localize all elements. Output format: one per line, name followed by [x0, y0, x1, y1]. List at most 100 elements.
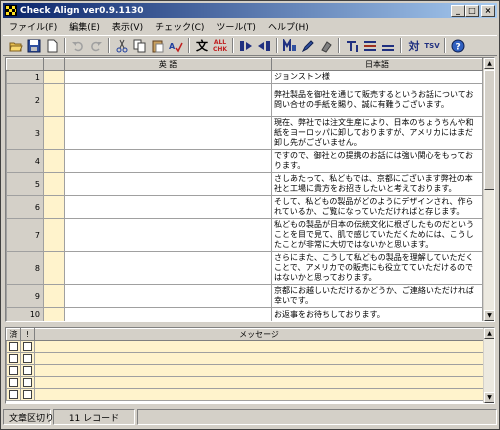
pair-icon[interactable]: 対 [405, 37, 423, 54]
scroll-down-icon[interactable]: ▼ [484, 392, 494, 403]
row-number[interactable]: 7 [6, 218, 44, 252]
alert-checkbox[interactable] [20, 352, 35, 365]
mark-cell[interactable] [43, 172, 65, 196]
mark-cell[interactable] [43, 195, 65, 219]
minimize-button[interactable]: _ [451, 4, 465, 17]
message-cell[interactable] [34, 388, 484, 401]
mark-cell[interactable] [43, 149, 65, 173]
scroll-up-icon[interactable]: ▲ [484, 58, 494, 69]
column-header-alert[interactable]: ! [20, 328, 35, 341]
done-checkbox[interactable] [6, 388, 21, 401]
undo-icon[interactable] [69, 37, 87, 54]
message-cell[interactable] [34, 352, 484, 365]
message-row[interactable] [6, 376, 484, 389]
english-cell[interactable] [64, 195, 272, 219]
grid-vertical-scrollbar[interactable]: ▲ ▼ [483, 58, 494, 321]
cut-icon[interactable] [113, 37, 131, 54]
english-cell[interactable] [64, 149, 272, 173]
alert-checkbox[interactable] [20, 364, 35, 377]
table-row[interactable]: 2 弊社製品を御社を通じて販売するというお話についてお問い合せの手紙を賜り、誠に… [6, 83, 483, 117]
column-icon[interactable] [343, 37, 361, 54]
alert-checkbox[interactable] [20, 340, 35, 353]
row-number[interactable]: 1 [6, 70, 44, 84]
menu-view[interactable]: 表示(V) [106, 20, 149, 33]
split-icon[interactable] [379, 37, 397, 54]
english-cell[interactable] [64, 251, 272, 285]
mark-cell[interactable] [43, 251, 65, 285]
save-icon[interactable] [25, 37, 43, 54]
english-cell[interactable] [64, 116, 272, 150]
row-number[interactable]: 2 [6, 83, 44, 117]
tsv-icon[interactable]: TSV [423, 37, 441, 54]
menu-check[interactable]: チェック(C) [149, 20, 210, 33]
menu-file[interactable]: ファイル(F) [3, 20, 63, 33]
copy-icon[interactable] [131, 37, 149, 54]
table-row[interactable]: 10 お返事をお待ちしております。 [6, 307, 483, 321]
english-cell[interactable] [64, 284, 272, 308]
menu-help[interactable]: ヘルプ(H) [262, 20, 315, 33]
message-row[interactable] [6, 352, 484, 365]
all-check-icon[interactable]: ALL CHK [211, 37, 229, 54]
spell-check-icon[interactable]: A [167, 37, 185, 54]
message-row[interactable] [6, 340, 484, 353]
column-header-message[interactable]: メッセージ [34, 328, 484, 341]
japanese-cell[interactable]: 京都にお越しいただけるかどうか、ご連絡いただければ幸いです。 [271, 284, 483, 308]
scroll-down-icon[interactable]: ▼ [484, 310, 494, 321]
japanese-cell[interactable]: 現在、弊社では注文生産により、日本のちょうちんや和紙をヨーロッパに卸しております… [271, 116, 483, 150]
done-checkbox[interactable] [6, 340, 21, 353]
scroll-up-icon[interactable]: ▲ [484, 328, 494, 339]
merge-right-icon[interactable] [237, 37, 255, 54]
japanese-cell[interactable]: 弊社製品を御社を通じて販売するというお話についてお問い合せの手紙を賜り、誠に有難… [271, 83, 483, 117]
done-checkbox[interactable] [6, 352, 21, 365]
japanese-cell[interactable]: ですので、御社との提携のお話には強い関心をもっております。 [271, 149, 483, 173]
column-header-english[interactable]: 英 語 [64, 58, 272, 71]
menu-edit[interactable]: 編集(E) [63, 20, 106, 33]
table-row[interactable]: 7 私どもの製品が日本の伝統文化に根ざしたものだということを目で見て、肌で感じて… [6, 218, 483, 252]
column-header-done[interactable]: 済 [6, 328, 21, 341]
row-number[interactable]: 3 [6, 116, 44, 150]
merge-left-icon[interactable] [255, 37, 273, 54]
row-number[interactable]: 8 [6, 251, 44, 285]
english-cell[interactable] [64, 218, 272, 252]
message-row[interactable] [6, 364, 484, 377]
message-row[interactable] [6, 388, 484, 401]
message-vertical-scrollbar[interactable]: ▲ ▼ [483, 328, 494, 403]
english-cell[interactable] [64, 307, 272, 321]
column-header-japanese[interactable]: 日本語 [271, 58, 483, 71]
help-icon[interactable]: ? [449, 37, 467, 54]
mark-cell[interactable] [43, 218, 65, 252]
japanese-cell[interactable]: さしあたって、私どもでは、京都にございます弊社の本社と工場に貴方をお招きしたいと… [271, 172, 483, 196]
table-row[interactable]: 9 京都にお越しいただけるかどうか、ご連絡いただければ幸いです。 [6, 284, 483, 308]
table-row[interactable]: 6 そして、私どもの製品がどのようにデザインされ、作られているか、ご覧になってい… [6, 195, 483, 219]
edit-pen-icon[interactable] [299, 37, 317, 54]
row-number[interactable]: 6 [6, 195, 44, 219]
redo-icon[interactable] [87, 37, 105, 54]
mark-cell[interactable] [43, 116, 65, 150]
table-row[interactable]: 3 現在、弊社では注文生産により、日本のちょうちんや和紙をヨーロッパに卸しており… [6, 116, 483, 150]
row-number[interactable]: 10 [6, 307, 44, 321]
table-row[interactable]: 5 さしあたって、私どもでは、京都にございます弊社の本社と工場に貴方をお招きした… [6, 172, 483, 196]
text-icon[interactable]: 文 [193, 37, 211, 54]
table-row[interactable]: 8 さらにまた、こうして私どもの製品を理解していただくことで、アメリカでの販売に… [6, 251, 483, 285]
table-row[interactable]: 4 ですので、御社との提携のお話には強い関心をもっております。 [6, 149, 483, 173]
table-row[interactable]: 1 ジョンストン様 [6, 70, 483, 84]
japanese-cell[interactable]: 私どもの製品が日本の伝統文化に根ざしたものだということを目で見て、肌で感じていた… [271, 218, 483, 252]
mark-cell[interactable] [43, 83, 65, 117]
japanese-cell[interactable]: ジョンストン様 [271, 70, 483, 84]
eraser-icon[interactable] [317, 37, 335, 54]
row-number[interactable]: 9 [6, 284, 44, 308]
english-cell[interactable] [64, 70, 272, 84]
english-cell[interactable] [64, 172, 272, 196]
english-cell[interactable] [64, 83, 272, 117]
japanese-cell[interactable]: さらにまた、こうして私どもの製品を理解していただくことで、アメリカでの販売にも役… [271, 251, 483, 285]
message-cell[interactable] [34, 340, 484, 353]
mark-cell[interactable] [43, 284, 65, 308]
row-number[interactable]: 4 [6, 149, 44, 173]
japanese-cell[interactable]: お返事をお待ちしております。 [271, 307, 483, 321]
done-checkbox[interactable] [6, 364, 21, 377]
scroll-thumb[interactable] [484, 70, 494, 190]
maximize-button[interactable]: □ [465, 4, 479, 17]
paste-icon[interactable] [149, 37, 167, 54]
align-icon[interactable] [361, 37, 379, 54]
mark-icon[interactable] [281, 37, 299, 54]
